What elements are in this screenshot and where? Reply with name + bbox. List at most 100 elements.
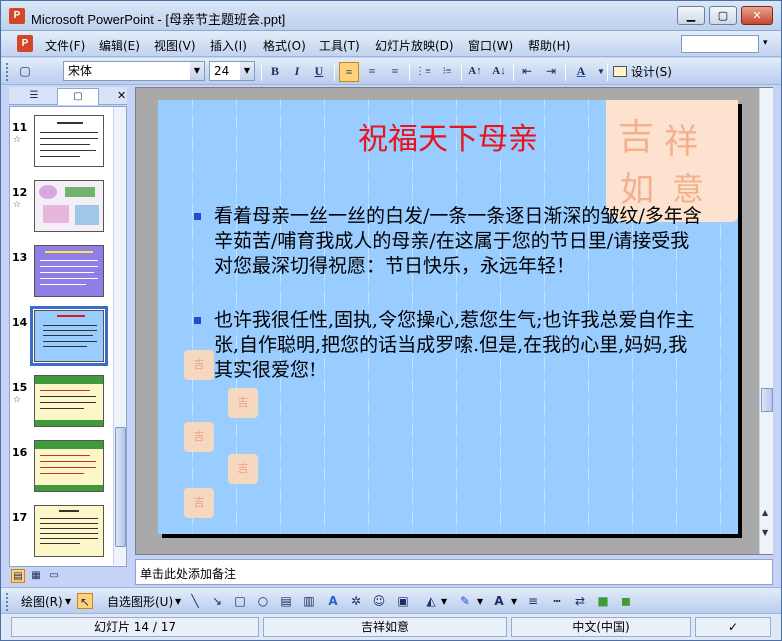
chevron-down-icon[interactable]: ▼ bbox=[175, 597, 181, 606]
arrow-icon[interactable]: ↘ bbox=[209, 593, 225, 609]
chevron-down-icon[interactable]: ▼ bbox=[190, 62, 204, 80]
italic-button[interactable]: I bbox=[287, 62, 307, 82]
chevron-down-icon[interactable]: ▼ bbox=[477, 597, 483, 606]
toolbar-grip[interactable] bbox=[6, 593, 9, 611]
slide-title[interactable]: 祝福天下母亲 bbox=[158, 114, 738, 158]
font-size-combo[interactable]: 24 ▼ bbox=[209, 61, 255, 81]
bullet-1[interactable]: 看着母亲一丝一丝的白发/一条一条逐日渐深的皱纹/多年含辛茹苦/哺育我成人的母亲/… bbox=[194, 204, 704, 279]
design-button[interactable]: 设计(S) bbox=[613, 62, 672, 82]
menu-edit[interactable]: 编辑(E) bbox=[99, 37, 140, 54]
menu-window[interactable]: 窗口(W) bbox=[468, 37, 513, 54]
align-center-button[interactable]: ≡ bbox=[362, 62, 382, 82]
slide-number: 17 bbox=[12, 511, 28, 524]
close-button[interactable]: ✕ bbox=[741, 6, 773, 25]
powerpoint-app-icon[interactable]: P bbox=[9, 8, 25, 24]
wordart-icon[interactable]: A bbox=[325, 593, 341, 609]
menu-view[interactable]: 视图(V) bbox=[154, 37, 196, 54]
dash-style-icon[interactable]: ┅ bbox=[549, 593, 565, 609]
slide-thumbnail-14[interactable]: 14 bbox=[10, 306, 116, 370]
font-name-combo[interactable]: 宋体 ▼ bbox=[63, 61, 205, 81]
preview-shape bbox=[65, 187, 95, 197]
preview-line bbox=[45, 251, 93, 253]
help-question-input[interactable] bbox=[681, 35, 759, 53]
select-pointer-icon[interactable]: ↖ bbox=[77, 593, 93, 609]
slide-thumbnail-16[interactable]: 16 bbox=[10, 440, 116, 500]
line-color-icon[interactable]: ✎ bbox=[457, 593, 473, 609]
underline-button[interactable]: U bbox=[309, 62, 329, 82]
picture-icon[interactable]: ▣ bbox=[395, 593, 411, 609]
line-style-icon[interactable]: ≡ bbox=[525, 593, 541, 609]
slides-pane-scrollbar[interactable] bbox=[113, 107, 126, 565]
slide-thumbnail-17[interactable]: 17 bbox=[10, 505, 116, 565]
help-dropdown-icon[interactable]: ▾ bbox=[763, 38, 768, 48]
chevron-down-icon[interactable]: ▼ bbox=[511, 597, 517, 606]
line-icon[interactable]: ╲ bbox=[187, 593, 203, 609]
chevron-down-icon[interactable]: ▼ bbox=[65, 597, 71, 606]
diagram-icon[interactable]: ✲ bbox=[348, 593, 364, 609]
textbox-icon[interactable]: ▤ bbox=[278, 593, 294, 609]
close-icon[interactable]: ✕ bbox=[117, 89, 126, 102]
spelling-status-icon[interactable]: ✓ bbox=[695, 617, 771, 637]
previous-slide-icon[interactable]: ▲ bbox=[762, 508, 768, 517]
menu-file[interactable]: 文件(F) bbox=[45, 37, 85, 54]
menu-tools[interactable]: 工具(T) bbox=[319, 37, 360, 54]
clipart-icon[interactable]: ☺ bbox=[371, 593, 387, 609]
draw-menu[interactable]: 绘图(R) bbox=[21, 593, 63, 610]
menu-slideshow[interactable]: 幻灯片放映(D) bbox=[375, 37, 454, 54]
slide-thumbnail-11[interactable]: 11 ☆ bbox=[10, 115, 116, 175]
preview-line bbox=[43, 346, 87, 347]
toolbar-grip[interactable] bbox=[6, 63, 9, 81]
font-color-button[interactable]: A bbox=[571, 62, 591, 82]
new-document-icon[interactable]: ▢ bbox=[15, 62, 35, 82]
numbered-list-button[interactable]: ⋮≡ bbox=[413, 62, 433, 82]
shadow-style-icon[interactable]: ■ bbox=[595, 593, 611, 609]
next-slide-icon[interactable]: ▼ bbox=[762, 528, 768, 537]
increase-indent-button[interactable]: ⇥ bbox=[541, 62, 561, 82]
menu-help[interactable]: 帮助(H) bbox=[528, 37, 570, 54]
slide-thumbnail-15[interactable]: 15 ☆ bbox=[10, 375, 116, 435]
tab-slides[interactable]: ▢ bbox=[57, 88, 99, 105]
bullet-2[interactable]: 也许我很任性,固执,令您操心,惹您生气;也许我总爱自作主张,自作聪明,把您的话当… bbox=[194, 308, 704, 383]
arrow-style-icon[interactable]: ⇄ bbox=[572, 593, 588, 609]
menu-format[interactable]: 格式(O) bbox=[263, 37, 306, 54]
shrink-font-button[interactable]: A↓ bbox=[489, 62, 509, 82]
slide-sorter-icon[interactable]: ▦ bbox=[29, 569, 43, 583]
oval-icon[interactable]: ○ bbox=[255, 593, 271, 609]
grow-font-button[interactable]: A↑ bbox=[465, 62, 485, 82]
slide-thumbnail-13[interactable]: 13 bbox=[10, 245, 116, 305]
vertical-textbox-icon[interactable]: ▥ bbox=[301, 593, 317, 609]
document-icon[interactable]: P bbox=[17, 35, 33, 52]
current-slide[interactable]: 吉 祥 如 意 吉 吉 吉 吉 吉 祝福天下母亲 看着母亲一丝一丝的白发/一条一… bbox=[158, 100, 738, 534]
font-color-icon[interactable]: A bbox=[491, 593, 507, 609]
toolbar-separator bbox=[261, 63, 262, 81]
3d-style-icon[interactable]: ◼ bbox=[618, 593, 634, 609]
bulleted-list-button[interactable]: ⁝≡ bbox=[437, 62, 457, 82]
notes-pane[interactable]: 单击此处添加备注 bbox=[135, 559, 773, 585]
menu-insert[interactable]: 插入(I) bbox=[210, 37, 247, 54]
chevron-down-icon[interactable]: ▼ bbox=[240, 62, 254, 80]
normal-view-icon[interactable]: ▤ bbox=[11, 569, 25, 583]
maximize-button[interactable]: ▢ bbox=[709, 6, 737, 25]
font-name-value: 宋体 bbox=[68, 64, 93, 78]
preview-line bbox=[40, 543, 80, 544]
chevron-down-icon[interactable]: ▼ bbox=[441, 597, 447, 606]
slide-number: 15 bbox=[12, 381, 28, 394]
tab-outline[interactable]: ☰ bbox=[13, 88, 55, 105]
preview-line bbox=[40, 408, 84, 409]
align-left-button[interactable]: ≡ bbox=[339, 62, 359, 82]
autoshapes-menu[interactable]: 自选图形(U) bbox=[107, 593, 173, 610]
bullet-marker bbox=[194, 317, 201, 324]
preview-shape bbox=[75, 205, 99, 225]
rectangle-icon[interactable]: □ bbox=[232, 593, 248, 609]
fill-color-icon[interactable]: ◭ bbox=[423, 593, 439, 609]
scrollbar-thumb[interactable] bbox=[761, 388, 773, 412]
slideshow-view-icon[interactable]: ▭ bbox=[47, 569, 61, 583]
decrease-indent-button[interactable]: ⇤ bbox=[517, 62, 537, 82]
scrollbar-thumb[interactable] bbox=[115, 427, 126, 547]
main-vertical-scrollbar[interactable]: ▲ ▼ bbox=[759, 88, 773, 554]
align-right-button[interactable]: ≡ bbox=[385, 62, 405, 82]
bold-button[interactable]: B bbox=[265, 62, 285, 82]
chevron-down-icon[interactable]: ▼ bbox=[591, 62, 611, 82]
minimize-button[interactable]: ▁ bbox=[677, 6, 705, 25]
slide-thumbnail-12[interactable]: 12 ☆ bbox=[10, 180, 116, 240]
